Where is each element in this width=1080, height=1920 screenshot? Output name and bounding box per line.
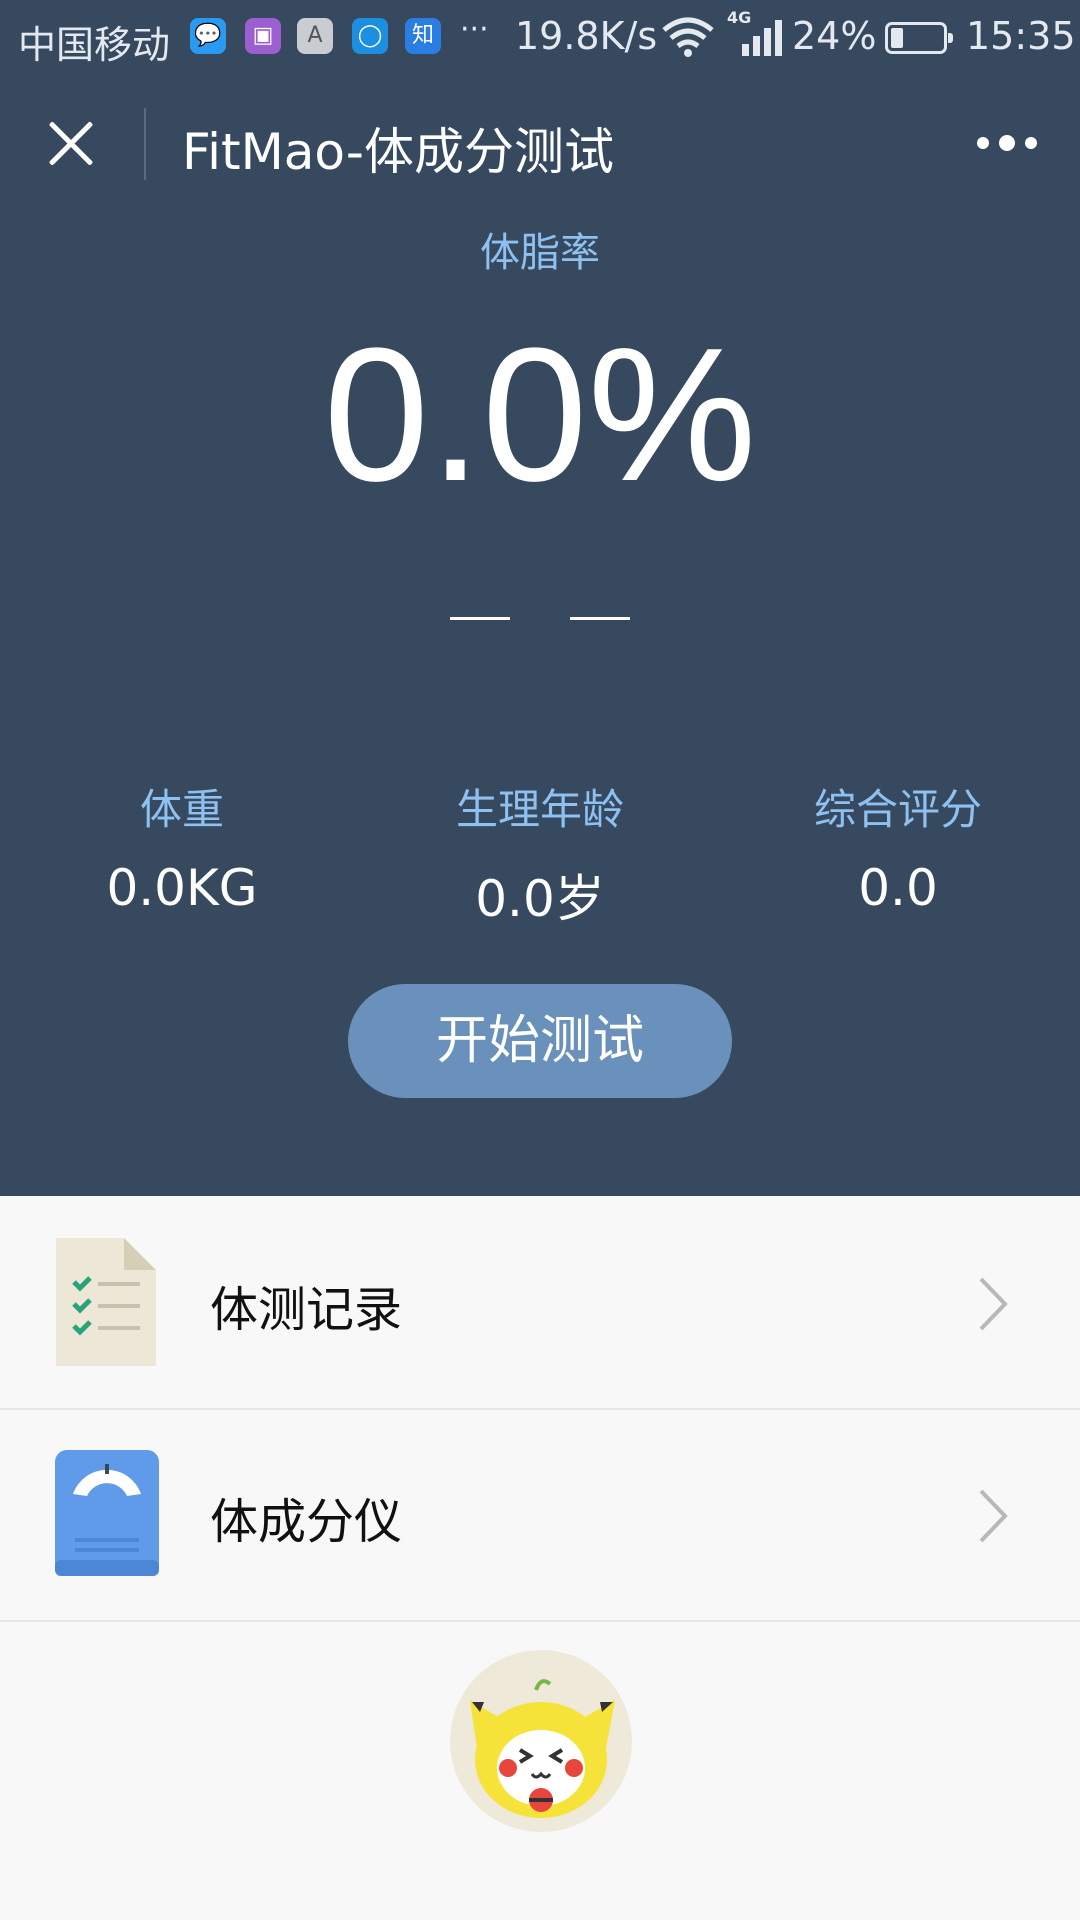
scale-icon xyxy=(55,1450,159,1576)
more-notifications: ··· xyxy=(460,12,489,47)
carrier-name: 中国移动 xyxy=(18,23,171,67)
battery-icon xyxy=(885,22,953,54)
weight-label: 体重 xyxy=(139,785,224,834)
zhihu-icon: 知 xyxy=(405,18,441,54)
battery-percent: 24% xyxy=(792,14,877,58)
avatar[interactable] xyxy=(450,1650,632,1832)
document-checklist-icon xyxy=(56,1238,156,1366)
more-options-icon[interactable] xyxy=(975,126,1041,162)
pikachu-avatar-icon xyxy=(470,1679,615,1818)
body-fat-label: 体脂率 xyxy=(480,230,600,276)
start-test-button[interactable]: 开始测试 xyxy=(348,984,732,1098)
nav-divider xyxy=(144,108,146,180)
body-age-value: 0.0岁 xyxy=(475,870,605,928)
menu-item-scale[interactable]: 体成分仪 xyxy=(0,1410,1080,1620)
score-value: 0.0 xyxy=(858,859,938,917)
score-stat: 综合评分 0.0 xyxy=(748,776,1048,917)
message-icon: 💬 xyxy=(190,18,226,54)
clock: 15:35 xyxy=(966,14,1076,58)
status-dash xyxy=(570,617,630,620)
wifi-icon xyxy=(662,17,714,57)
status-bar: 中国移动 💬 ▣ A ◯ 知 ··· 19.8K/s 4G 24% 15:35 xyxy=(0,0,1080,74)
signal-icon xyxy=(742,20,782,56)
chevron-right-icon xyxy=(979,1277,1008,1331)
weight-value: 0.0KG xyxy=(106,859,258,917)
status-dash xyxy=(450,617,510,620)
menu-item-label: 体成分仪 xyxy=(210,1494,403,1550)
cloud-icon: ◯ xyxy=(352,18,388,54)
weight-stat: 体重 0.0KG xyxy=(32,776,332,917)
font-icon: A xyxy=(297,18,333,54)
gallery-icon: ▣ xyxy=(245,18,281,54)
body-age-label: 生理年龄 xyxy=(455,785,624,834)
network-speed: 19.8K/s xyxy=(515,14,658,58)
close-icon[interactable] xyxy=(46,118,96,168)
page-title: FitMao-体成分测试 xyxy=(182,123,614,181)
chevron-right-icon xyxy=(979,1489,1008,1543)
menu-item-records[interactable]: 体测记录 xyxy=(0,1198,1080,1408)
menu-item-label: 体测记录 xyxy=(210,1282,403,1338)
body-fat-value: 0.0% xyxy=(323,309,757,521)
body-age-stat: 生理年龄 0.0岁 xyxy=(390,776,690,931)
score-label: 综合评分 xyxy=(813,785,982,834)
list-divider xyxy=(0,1620,1080,1622)
